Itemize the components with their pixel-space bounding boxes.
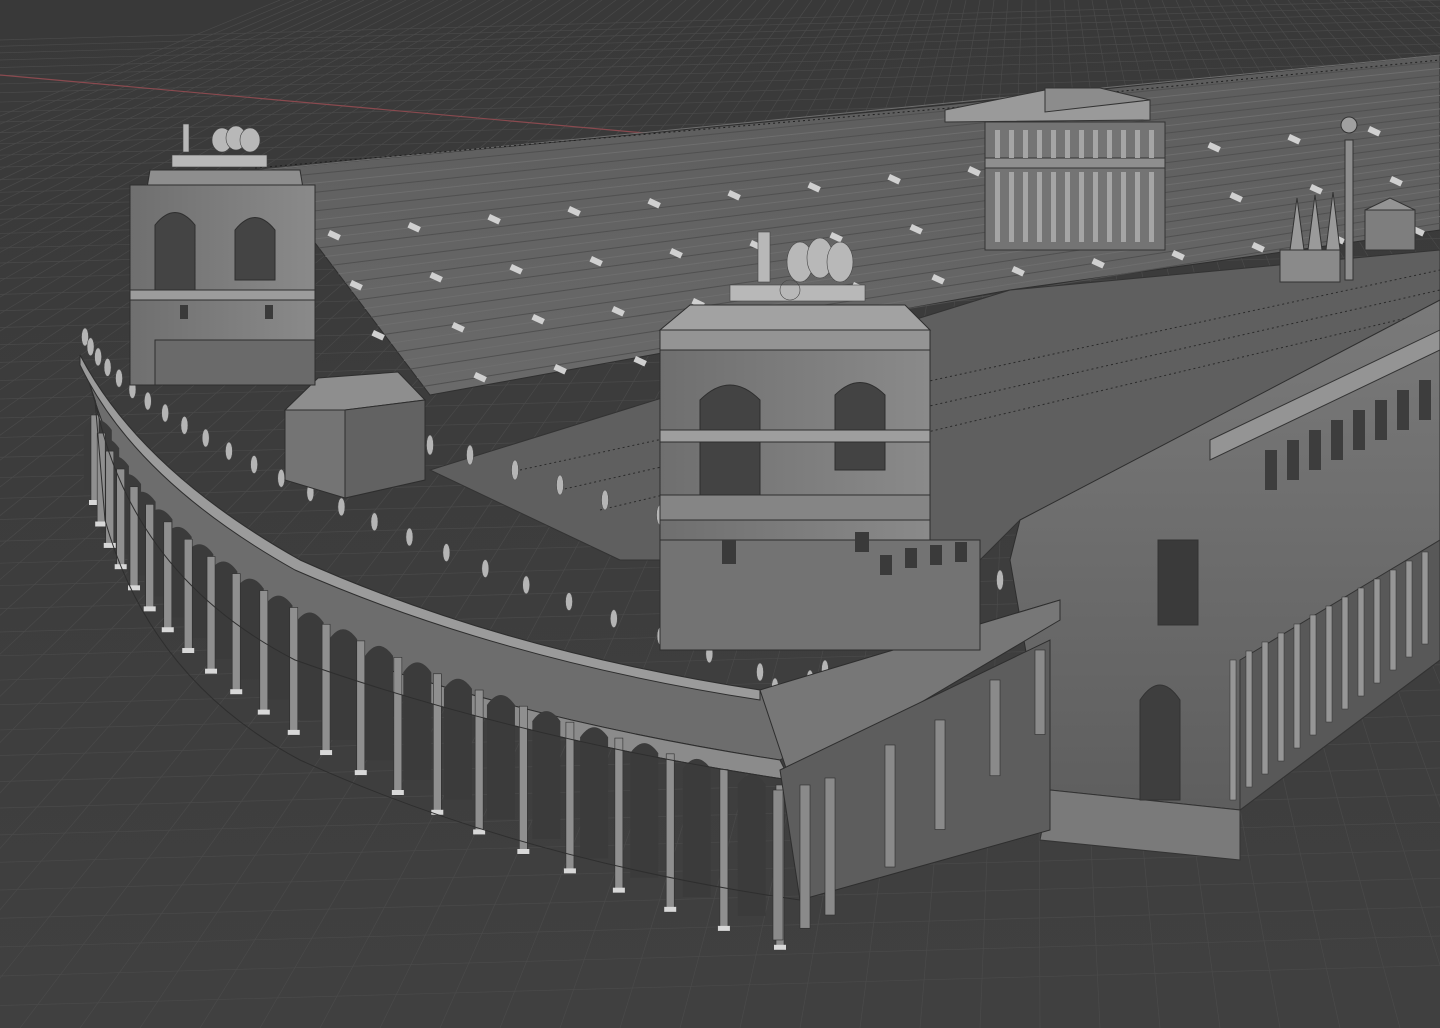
3d-viewport[interactable] <box>0 0 1440 1028</box>
quadriga-left <box>171 123 268 168</box>
shrine-box[interactable] <box>283 371 427 499</box>
viewport-canvas[interactable] <box>0 0 1440 1028</box>
